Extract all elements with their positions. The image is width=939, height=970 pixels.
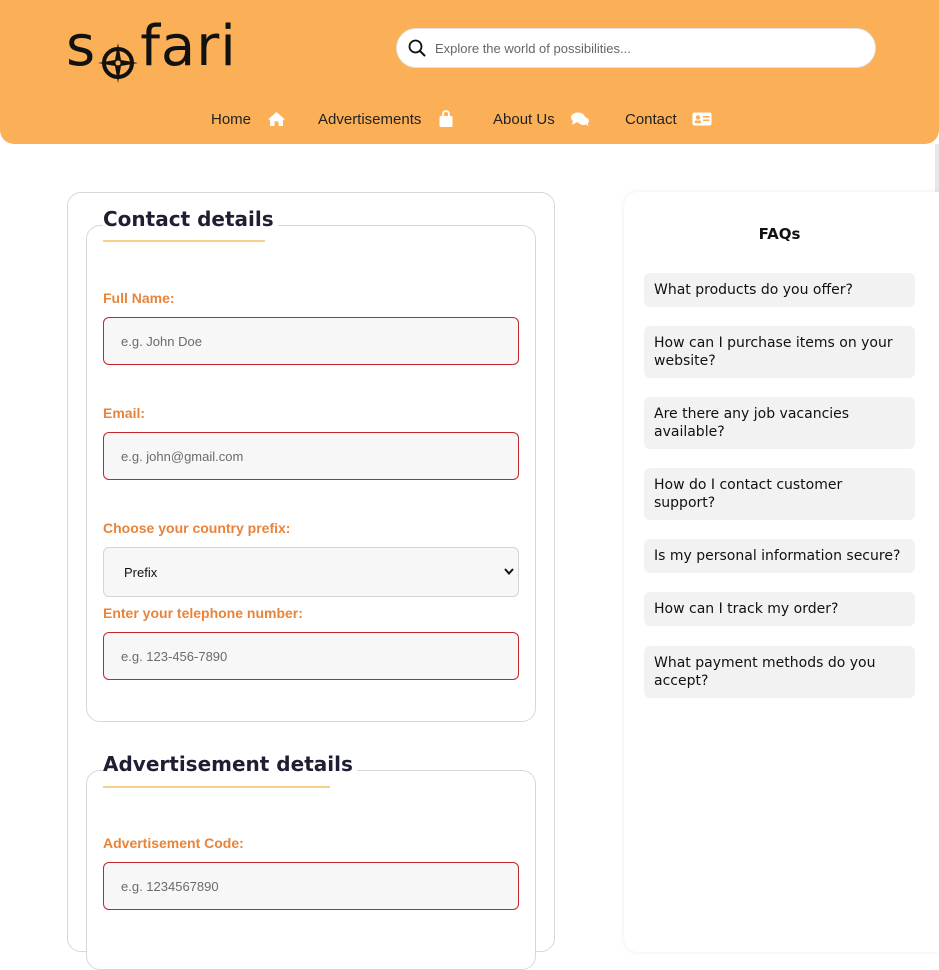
shopping-bag-icon <box>435 110 457 128</box>
full-name-label: Full Name: <box>103 290 175 306</box>
faq-item[interactable]: Is my personal information secure? <box>644 539 915 573</box>
phone-input[interactable] <box>103 632 519 680</box>
nav-contact[interactable]: Contact <box>625 110 713 128</box>
contact-details-heading: Contact details <box>103 207 278 231</box>
prefix-label: Choose your country prefix: <box>103 520 291 536</box>
main-nav: Home Advertisements About Us Contact <box>0 104 939 138</box>
email-label: Email: <box>103 405 146 421</box>
nav-contact-label: Contact <box>625 110 677 128</box>
advertisement-details-heading: Advertisement details <box>103 752 357 776</box>
search-icon[interactable] <box>407 38 427 58</box>
advertisement-heading-underline <box>103 786 330 788</box>
logo-text-start: s <box>66 13 97 79</box>
compass-icon <box>98 32 139 83</box>
country-prefix-select[interactable]: Prefix <box>103 547 519 597</box>
nav-home-label: Home <box>211 110 252 128</box>
faq-item[interactable]: What payment methods do you accept? <box>644 646 915 698</box>
chevron-down-icon <box>503 565 515 580</box>
contact-heading-underline <box>103 240 265 242</box>
ad-code-label: Advertisement Code: <box>103 835 244 851</box>
nav-about-us[interactable]: About Us <box>493 110 591 128</box>
faq-item[interactable]: Are there any job vacancies available? <box>644 397 915 449</box>
faq-item[interactable]: How can I track my order? <box>644 592 915 626</box>
prefix-selected-value: Prefix <box>124 564 158 580</box>
full-name-input[interactable] <box>103 317 519 365</box>
nav-home[interactable]: Home <box>211 110 287 128</box>
nav-about-us-label: About Us <box>493 110 555 128</box>
faq-item[interactable]: How can I purchase items on your website… <box>644 326 915 378</box>
home-icon <box>265 110 287 128</box>
search-bar[interactable] <box>396 28 876 68</box>
phone-label: Enter your telephone number: <box>103 605 303 621</box>
search-input[interactable] <box>435 40 855 56</box>
ad-code-input[interactable] <box>103 862 519 910</box>
faq-item[interactable]: What products do you offer? <box>644 273 915 307</box>
email-input[interactable] <box>103 432 519 480</box>
faq-item[interactable]: How do I contact customer support? <box>644 468 915 520</box>
sofari-logo[interactable]: s fari <box>66 10 237 83</box>
chat-bubbles-icon <box>569 110 591 128</box>
nav-advertisements-label: Advertisements <box>318 110 422 128</box>
faq-title: FAQs <box>758 225 801 243</box>
logo-text-end: fari <box>140 13 237 79</box>
id-card-icon <box>691 110 713 128</box>
nav-advertisements[interactable]: Advertisements <box>318 110 457 128</box>
